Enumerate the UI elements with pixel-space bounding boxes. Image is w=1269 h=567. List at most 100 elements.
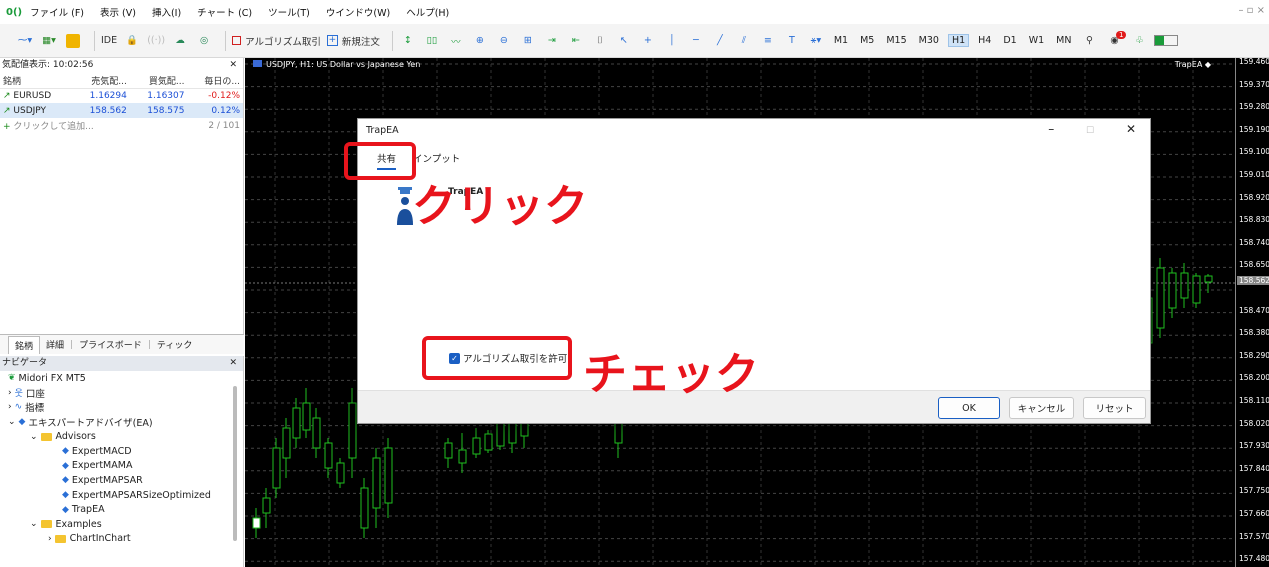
add-symbol-row[interactable]: + クリックして追加... 2 / 101 bbox=[0, 118, 243, 133]
menu-window[interactable]: ウインドウ(W) bbox=[326, 5, 390, 19]
tree-item-chartinchart[interactable]: › ChartInChart bbox=[0, 532, 243, 547]
close-icon[interactable]: ✕ bbox=[229, 58, 237, 73]
menu-file[interactable]: ファイル (F) bbox=[30, 5, 84, 19]
col-bid[interactable]: 売気配... bbox=[72, 73, 130, 89]
change-cell: -0.12% bbox=[208, 90, 240, 101]
candle-body bbox=[484, 433, 493, 451]
cursor-icon[interactable]: ↖ bbox=[615, 30, 633, 52]
ide-button[interactable]: IDE bbox=[101, 30, 117, 52]
col-ask[interactable]: 買気配... bbox=[129, 73, 188, 89]
reset-button[interactable]: リセット bbox=[1083, 397, 1146, 419]
annotation-click: クリック bbox=[412, 181, 588, 232]
market-watch-panel: 気配値表示: 10:02:56 ✕ 銘柄 売気配... 買気配... 毎日の...… bbox=[0, 58, 244, 334]
tf-m1[interactable]: M1 bbox=[831, 35, 851, 46]
tf-d1[interactable]: D1 bbox=[1000, 35, 1019, 46]
vertical-line-icon[interactable]: │ bbox=[663, 30, 681, 52]
menu-tools[interactable]: ツール(T) bbox=[268, 5, 310, 19]
notifications-icon[interactable]: ◉ 1 bbox=[1104, 30, 1127, 52]
table-row[interactable]: ↗ USDJPY 158.562 158.575 0.12% bbox=[0, 103, 243, 118]
zoom-out-icon[interactable]: ⊖ bbox=[495, 30, 513, 52]
price-axis-label: 158.650 bbox=[1239, 260, 1269, 270]
autoscroll-icon[interactable]: ⇥ bbox=[543, 30, 561, 52]
candle-body bbox=[282, 427, 291, 459]
search-icon[interactable]: ⚲ bbox=[1080, 30, 1098, 52]
text-icon[interactable]: T bbox=[783, 30, 801, 52]
depth-icon[interactable]: ↕ bbox=[399, 30, 417, 52]
cancel-button[interactable]: キャンセル bbox=[1009, 397, 1074, 419]
tree-item-indicators[interactable]: › ∿ 指標 bbox=[0, 400, 243, 415]
tf-w1[interactable]: W1 bbox=[1026, 35, 1047, 46]
zoom-in-icon[interactable]: ⊕ bbox=[471, 30, 489, 52]
window-controls[interactable]: – ▫ × bbox=[1238, 5, 1265, 16]
tab-symbols[interactable]: 銘柄 bbox=[8, 335, 41, 354]
col-symbol[interactable]: 銘柄 bbox=[0, 73, 73, 89]
tf-m30[interactable]: M30 bbox=[916, 35, 942, 46]
tree-item-examples[interactable]: ⌄ Examples bbox=[0, 517, 243, 532]
tab-details[interactable]: 詳細 bbox=[46, 338, 64, 351]
chart-type-icon[interactable]: ⁓▾ bbox=[16, 30, 34, 52]
vps-icon[interactable]: ◎ bbox=[195, 30, 213, 52]
menu-view[interactable]: 表示 (V) bbox=[100, 5, 136, 19]
shapes-icon[interactable]: ⚹▾ bbox=[807, 30, 825, 52]
menu-insert[interactable]: 挿入(I) bbox=[152, 5, 181, 19]
close-icon[interactable]: ✕ bbox=[229, 356, 237, 371]
navigator-scrollbar[interactable] bbox=[233, 386, 237, 541]
tf-h1[interactable]: H1 bbox=[947, 34, 970, 47]
new-order-button[interactable]: + 新規注文 bbox=[326, 30, 380, 52]
broker-icon: ❦ bbox=[8, 373, 16, 384]
tree-item-expert[interactable]: ◆ ExpertMAPSAR bbox=[0, 473, 243, 488]
menu-help[interactable]: ヘルプ(H) bbox=[406, 5, 449, 19]
tab-priceboard[interactable]: プライスボード bbox=[79, 338, 142, 351]
line-chart-icon[interactable]: 〰 bbox=[447, 30, 465, 52]
chart-shift-icon[interactable]: ⇤ bbox=[567, 30, 585, 52]
highlight-box-checkbox bbox=[422, 336, 572, 380]
bar-chart-icon[interactable]: ▯▯ bbox=[423, 30, 441, 52]
chevron-right-icon: › bbox=[8, 387, 12, 398]
folder-icon bbox=[40, 520, 52, 529]
tree-item-expert-advisors[interactable]: ⌄ ◆ エキスパートアドバイザ(EA) bbox=[0, 415, 243, 430]
navigator-header: ナビゲータ ✕ bbox=[0, 356, 243, 371]
tf-mn[interactable]: MN bbox=[1053, 35, 1074, 46]
arrow-up-icon: ↗ bbox=[3, 105, 14, 116]
table-row[interactable]: ↗ EURUSD 1.16294 1.16307 -0.12% bbox=[0, 88, 243, 103]
menu-chart[interactable]: チャート (C) bbox=[197, 5, 252, 19]
fibonacci-icon[interactable]: ≡ bbox=[759, 30, 777, 52]
lock-icon[interactable]: 🔒 bbox=[123, 30, 141, 52]
app-logo-icon: 0() bbox=[6, 6, 23, 18]
tf-m5[interactable]: M5 bbox=[857, 35, 877, 46]
col-change[interactable]: 毎日の... bbox=[187, 73, 243, 89]
channel-icon[interactable]: ⫽ bbox=[735, 30, 753, 52]
profiles-icon[interactable] bbox=[64, 30, 82, 52]
tf-h4[interactable]: H4 bbox=[975, 35, 994, 46]
algo-trading-button[interactable]: アルゴリズム取引 bbox=[232, 30, 321, 52]
ok-button[interactable]: OK bbox=[938, 397, 1000, 419]
tf-m15[interactable]: M15 bbox=[883, 35, 909, 46]
tab-ticks[interactable]: ティック bbox=[157, 338, 192, 351]
signal-icon[interactable]: ((·)) bbox=[147, 30, 165, 52]
price-axis-label: 157.840 bbox=[1239, 463, 1269, 473]
screenshot-icon[interactable]: ⌷ bbox=[591, 30, 609, 52]
tree-item-expert[interactable]: ◆ ExpertMAPSARSizeOptimized bbox=[0, 488, 243, 503]
minimize-icon[interactable]: – bbox=[1048, 122, 1054, 136]
tree-item-expert[interactable]: ◆ ExpertMAMA bbox=[0, 459, 243, 474]
price-axis-label: 159.190 bbox=[1239, 124, 1269, 134]
market-icon[interactable]: ♧ bbox=[1130, 30, 1148, 52]
tab-inputs[interactable]: インプット bbox=[413, 154, 460, 165]
chart-title-text: USDJPY, H1: US Dollar vs Japanese Yen bbox=[266, 60, 421, 69]
ea-cap-icon: ◆ bbox=[62, 490, 69, 501]
price-axis-label: 158.470 bbox=[1239, 305, 1269, 315]
tree-item-expert[interactable]: ◆ TrapEA bbox=[0, 502, 243, 517]
chevron-right-icon: › bbox=[48, 533, 52, 544]
tree-item-accounts[interactable]: › 웃 口座 bbox=[0, 386, 243, 401]
trendline-icon[interactable]: ╱ bbox=[711, 30, 729, 52]
chevron-right-icon: › bbox=[8, 402, 12, 413]
tree-item-expert[interactable]: ◆ ExpertMACD bbox=[0, 444, 243, 459]
template-icon[interactable]: ▦▾ bbox=[40, 30, 58, 52]
horizontal-line-icon[interactable]: ─ bbox=[687, 30, 705, 52]
tree-item-account[interactable]: ❦ Midori FX MT5 bbox=[0, 371, 243, 386]
grid-icon[interactable]: ⊞ bbox=[519, 30, 537, 52]
cloud-icon[interactable]: ☁ bbox=[171, 30, 189, 52]
close-icon[interactable]: ✕ bbox=[1126, 122, 1136, 136]
tree-item-advisors[interactable]: ⌄ Advisors bbox=[0, 429, 243, 444]
crosshair-icon[interactable]: + bbox=[639, 30, 657, 52]
